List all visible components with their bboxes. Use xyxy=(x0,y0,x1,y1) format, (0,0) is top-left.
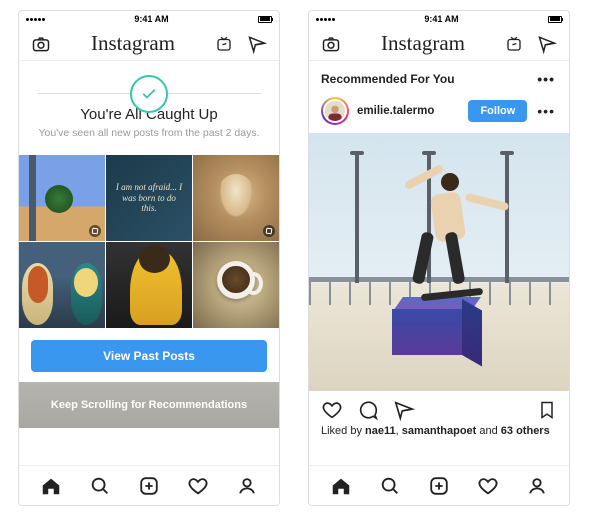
thumb-4[interactable] xyxy=(19,242,105,328)
share-icon[interactable] xyxy=(393,399,415,421)
likes-text[interactable]: Liked by nae11, samanthapoet and 63 othe… xyxy=(309,423,569,445)
feed-body: You're All Caught Up You've seen all new… xyxy=(19,61,279,465)
thumb-3[interactable] xyxy=(193,155,279,241)
feed-body: Recommended For You ••• emilie.talermo F… xyxy=(309,61,569,465)
suggested-thumbnails: I am not afraid... I was born to do this… xyxy=(19,155,279,328)
more-options-icon[interactable]: ••• xyxy=(535,71,557,87)
signal-dots xyxy=(316,18,335,21)
thumb-2-quote: I am not afraid... I was born to do this… xyxy=(106,155,192,241)
direct-message-icon[interactable] xyxy=(247,34,267,54)
keep-scrolling-banner[interactable]: Keep Scrolling for Recommendations xyxy=(19,382,279,428)
follow-button[interactable]: Follow xyxy=(468,100,527,122)
app-logo: Instagram xyxy=(91,31,175,56)
tab-add[interactable] xyxy=(428,475,450,497)
status-bar: 9:41 AM xyxy=(309,11,569,27)
caught-up-divider xyxy=(37,93,261,94)
tab-search[interactable] xyxy=(379,475,401,497)
tab-add[interactable] xyxy=(138,475,160,497)
status-right xyxy=(548,16,562,23)
bookmark-icon[interactable] xyxy=(537,399,557,421)
tab-activity[interactable] xyxy=(187,475,209,497)
tab-profile[interactable] xyxy=(526,475,548,497)
thumb-1[interactable] xyxy=(19,155,105,241)
igtv-icon[interactable] xyxy=(505,35,523,53)
status-time: 9:41 AM xyxy=(424,14,458,24)
status-bar: 9:41 AM xyxy=(19,11,279,27)
direct-message-icon[interactable] xyxy=(537,34,557,54)
tab-home[interactable] xyxy=(40,475,62,497)
caught-up-subtitle: You've seen all new posts from the past … xyxy=(37,127,261,139)
post-username[interactable]: emilie.talermo xyxy=(357,105,460,117)
signal-dots xyxy=(26,18,45,21)
battery-icon xyxy=(258,16,272,23)
app-logo: Instagram xyxy=(381,31,465,56)
post-more-options-icon[interactable]: ••• xyxy=(535,103,557,119)
thumb-5[interactable] xyxy=(106,242,192,328)
status-right xyxy=(258,16,272,23)
carousel-icon xyxy=(263,225,275,237)
igtv-icon[interactable] xyxy=(215,35,233,53)
post-actions xyxy=(309,391,569,423)
view-past-posts-button[interactable]: View Past Posts xyxy=(31,340,267,372)
app-header: Instagram xyxy=(19,27,279,61)
tab-activity[interactable] xyxy=(477,475,499,497)
avatar[interactable] xyxy=(321,97,349,125)
thumb-2[interactable]: I am not afraid... I was born to do this… xyxy=(106,155,192,241)
checkmark-icon xyxy=(130,75,168,113)
tab-home[interactable] xyxy=(330,475,352,497)
tab-search[interactable] xyxy=(89,475,111,497)
comment-icon[interactable] xyxy=(357,399,379,421)
like-icon[interactable] xyxy=(321,399,343,421)
recommended-title: Recommended For You xyxy=(321,72,455,86)
battery-icon xyxy=(548,16,562,23)
tab-profile[interactable] xyxy=(236,475,258,497)
phone-left: 9:41 AM Instagram You're All Caught Up xyxy=(18,10,280,506)
tab-bar xyxy=(309,465,569,505)
tab-bar xyxy=(19,465,279,505)
status-time: 9:41 AM xyxy=(134,14,168,24)
phone-right: 9:41 AM Instagram Recommended For You ••… xyxy=(308,10,570,506)
camera-icon[interactable] xyxy=(321,34,341,54)
thumb-6[interactable] xyxy=(193,242,279,328)
app-header: Instagram xyxy=(309,27,569,61)
carousel-icon xyxy=(89,225,101,237)
post-image[interactable] xyxy=(309,133,569,391)
camera-icon[interactable] xyxy=(31,34,51,54)
post-header: emilie.talermo Follow ••• xyxy=(309,93,569,133)
